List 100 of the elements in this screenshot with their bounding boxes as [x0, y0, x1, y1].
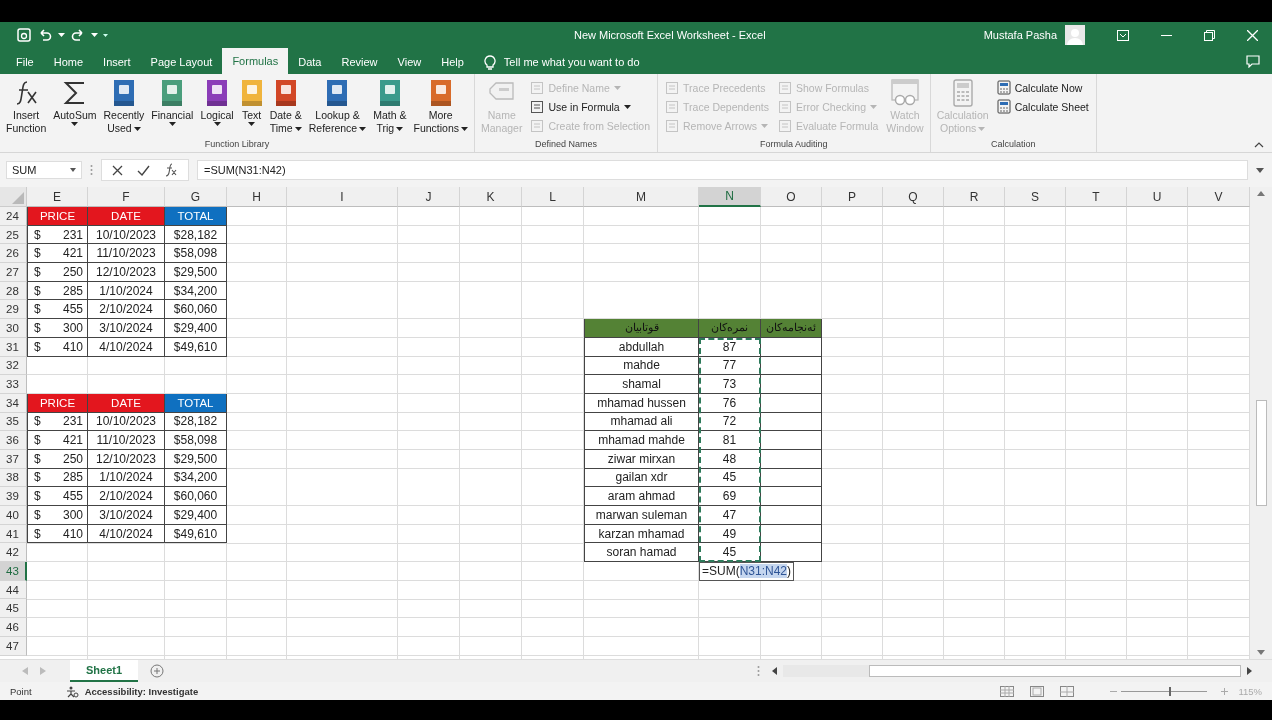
- ribbon-button[interactable]: Insert Function: [3, 76, 50, 135]
- table-cell: $29,500: [165, 263, 227, 282]
- book-icon: [326, 79, 349, 107]
- row-header[interactable]: 27: [0, 263, 27, 282]
- ribbon-button[interactable]: Lookup & Reference: [305, 76, 370, 135]
- column-header[interactable]: H: [227, 187, 287, 207]
- formula-field[interactable]: =SUM(N31:N42): [197, 160, 1248, 180]
- ribbon-button[interactable]: Text: [237, 76, 266, 126]
- column-header[interactable]: L: [522, 187, 584, 207]
- table-cell: 47: [699, 506, 761, 525]
- user-name[interactable]: Mustafa Pasha: [983, 29, 1057, 41]
- page-layout-icon[interactable]: [1030, 685, 1045, 697]
- accessibility-status[interactable]: Accessibility: Investigate: [84, 685, 199, 697]
- ribbon-button[interactable]: Date & Time: [266, 76, 305, 135]
- scrollbar-thumb[interactable]: [1255, 400, 1267, 506]
- add-sheet-icon[interactable]: [150, 664, 165, 678]
- ribbon-button[interactable]: Financial: [148, 76, 197, 126]
- tell-me-field[interactable]: Tell me what you want to do: [501, 55, 706, 69]
- scroll-up-icon[interactable]: [1257, 191, 1265, 196]
- table-cell: [761, 487, 822, 506]
- ribbon-tab[interactable]: Data: [288, 50, 332, 74]
- row-header[interactable]: 30: [0, 319, 27, 338]
- ribbon-button[interactable]: Recently Used: [100, 76, 148, 135]
- row-header[interactable]: 45: [0, 599, 27, 619]
- table-cell: $60,060: [165, 487, 227, 506]
- column-header[interactable]: E: [27, 187, 88, 207]
- scroll-right-icon[interactable]: [1247, 667, 1252, 675]
- scroll-left-icon[interactable]: [772, 667, 777, 675]
- row-header[interactable]: 43: [0, 562, 27, 581]
- row-header[interactable]: 46: [0, 618, 27, 637]
- expand-icon[interactable]: [1256, 167, 1264, 173]
- redo-icon[interactable]: [70, 27, 86, 43]
- name-box[interactable]: SUM: [6, 161, 82, 179]
- ribbon-tab[interactable]: File: [6, 50, 44, 74]
- enter-icon[interactable]: [137, 164, 150, 176]
- ribbon-tab[interactable]: Insert: [93, 50, 141, 74]
- column-header[interactable]: F: [88, 187, 165, 207]
- scrollbar-thumb[interactable]: [869, 665, 1241, 677]
- row-header[interactable]: 42: [0, 543, 27, 563]
- page-break-icon[interactable]: [1060, 685, 1075, 697]
- column-header[interactable]: N: [699, 187, 761, 207]
- close-icon[interactable]: [1247, 29, 1258, 41]
- row-header[interactable]: 36: [0, 431, 27, 450]
- customize-icon[interactable]: [103, 32, 108, 38]
- column-header[interactable]: G: [165, 187, 227, 207]
- lightbulb-icon: [483, 54, 496, 70]
- ribbon-display-icon[interactable]: [1117, 29, 1129, 41]
- column-header[interactable]: T: [1066, 187, 1127, 207]
- caret-icon[interactable]: [91, 32, 98, 38]
- ribbon-button[interactable]: AutoSum: [50, 76, 100, 126]
- save-icon[interactable]: [16, 27, 32, 43]
- column-header[interactable]: V: [1188, 187, 1250, 207]
- collapse-ribbon-icon[interactable]: [1254, 142, 1264, 148]
- ribbon-tab[interactable]: View: [387, 50, 432, 74]
- ribbon-button[interactable]: More Functions: [410, 76, 471, 135]
- ribbon-tab[interactable]: Help: [431, 50, 474, 74]
- comment-icon[interactable]: [1246, 54, 1260, 68]
- restore-icon[interactable]: [1204, 29, 1215, 41]
- ribbon-button[interactable]: Math & Trig: [370, 76, 410, 135]
- table-cell: marwan suleman: [584, 506, 699, 525]
- cancel-icon[interactable]: [112, 164, 123, 176]
- ribbon-tab[interactable]: Review: [331, 50, 388, 74]
- column-header[interactable]: Q: [883, 187, 944, 207]
- ribbon-tab[interactable]: Formulas: [222, 48, 289, 74]
- column-header[interactable]: P: [822, 187, 883, 207]
- document-icon: [665, 99, 679, 114]
- column-header[interactable]: J: [398, 187, 460, 207]
- row-header[interactable]: 39: [0, 487, 27, 506]
- table-cell: [761, 375, 822, 394]
- row-header[interactable]: 33: [0, 375, 27, 394]
- ribbon-button[interactable]: Calculate Now: [992, 79, 1093, 96]
- column-header[interactable]: I: [287, 187, 398, 207]
- cell-editor[interactable]: =SUM(N31:N42): [699, 562, 795, 581]
- ribbon-button[interactable]: Use in Formula: [526, 98, 654, 115]
- column-header[interactable]: S: [1005, 187, 1066, 207]
- row-header[interactable]: 26: [0, 244, 27, 264]
- accessibility-icon[interactable]: [65, 684, 79, 698]
- normal-view-icon[interactable]: [1000, 685, 1015, 697]
- undo-icon[interactable]: [37, 27, 53, 43]
- column-header[interactable]: R: [944, 187, 1005, 207]
- calculator-icon: [951, 79, 974, 107]
- column-header[interactable]: K: [460, 187, 522, 207]
- row-header[interactable]: 40: [0, 506, 27, 525]
- ribbon-tab[interactable]: Home: [43, 50, 94, 74]
- document-icon: [665, 80, 679, 95]
- ribbon-button[interactable]: Logical: [197, 76, 237, 126]
- row-header[interactable]: 24: [0, 207, 27, 226]
- sheet-tab[interactable]: Sheet1: [70, 660, 139, 682]
- ribbon-button[interactable]: Calculate Sheet: [992, 98, 1093, 115]
- column-header[interactable]: O: [761, 187, 822, 207]
- row-header[interactable]: 29: [0, 300, 27, 320]
- scroll-down-icon[interactable]: [1257, 650, 1265, 655]
- column-header[interactable]: M: [584, 187, 699, 207]
- book-icon: [161, 79, 184, 107]
- group-label: Calculation: [989, 139, 1037, 151]
- table-header-cell: ئەنجامەکان: [761, 319, 822, 338]
- function-icon[interactable]: [164, 163, 178, 177]
- ribbon-tab[interactable]: Page Layout: [140, 50, 223, 74]
- column-header[interactable]: U: [1127, 187, 1188, 207]
- caret-icon[interactable]: [58, 32, 65, 38]
